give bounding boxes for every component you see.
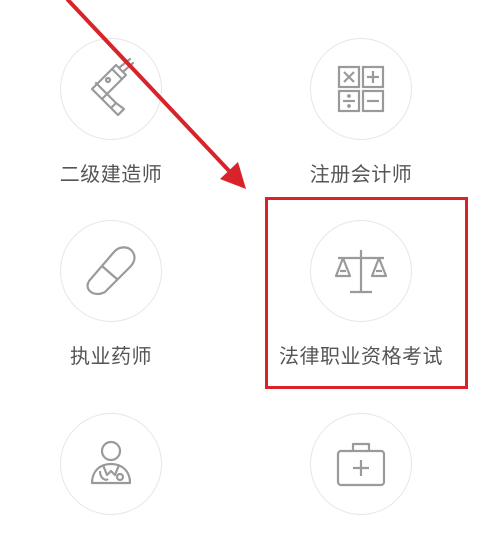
- tile-icon-circle: [310, 38, 412, 140]
- tile-legal-profession-exam[interactable]: 法律职业资格考试: [261, 220, 461, 369]
- tile-icon-circle: [60, 413, 162, 515]
- calculator-icon: [337, 65, 385, 113]
- doctor-icon: [90, 440, 132, 485]
- tile-icon-circle: [60, 220, 162, 322]
- tile-label: 二级建造师: [59, 162, 163, 186]
- drill-icon: [90, 57, 135, 117]
- tile-label: 法律职业资格考试: [279, 344, 443, 368]
- tile-licensed-pharmacist[interactable]: 执业药师: [11, 220, 211, 369]
- tile-medical-kit[interactable]: [261, 413, 461, 533]
- tile-certified-accountant[interactable]: 注册会计师: [261, 38, 461, 187]
- tile-doctor[interactable]: [11, 413, 211, 533]
- tile-second-level-constructor[interactable]: 二级建造师: [11, 38, 211, 187]
- tile-label: 执业药师: [70, 344, 152, 368]
- tile-label: 注册会计师: [309, 162, 413, 186]
- tile-icon-circle: [310, 220, 412, 322]
- tile-icon-circle: [310, 413, 412, 515]
- tile-icon-circle: [60, 38, 162, 140]
- scale-icon: [334, 250, 388, 294]
- medical-kit-icon: [336, 442, 386, 487]
- pill-capsule-icon: [86, 246, 136, 296]
